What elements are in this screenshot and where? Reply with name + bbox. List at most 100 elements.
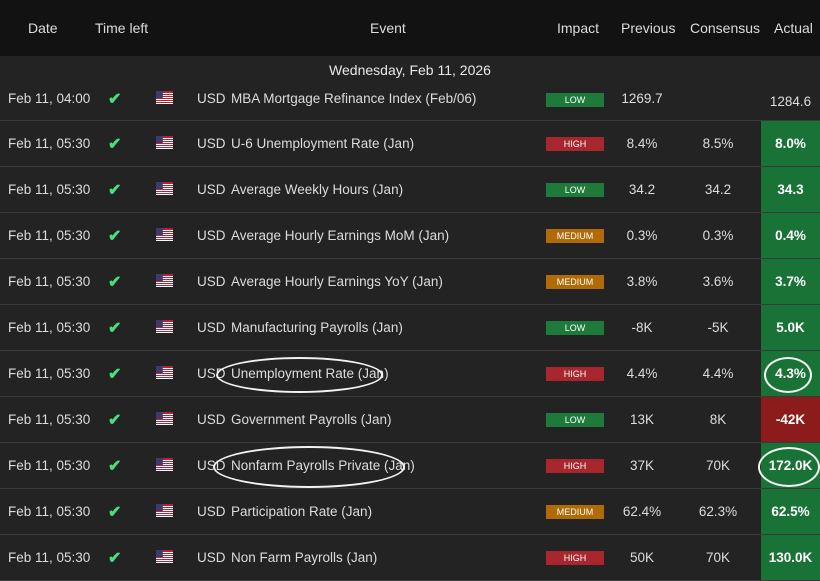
event-date: Feb 11, 05:30: [8, 458, 91, 473]
event-date: Feb 11, 05:30: [8, 320, 91, 335]
us-flag-icon: [156, 182, 173, 195]
event-date: Feb 11, 05:30: [8, 550, 91, 565]
event-name[interactable]: Average Weekly Hours (Jan): [231, 182, 403, 197]
header-time-left[interactable]: Time left: [95, 20, 148, 36]
currency-code: USD: [197, 182, 226, 197]
consensus-value: -5K: [707, 320, 729, 335]
check-icon: ✔: [108, 320, 122, 337]
us-flag-icon: [156, 320, 173, 333]
previous-value: 8.4%: [626, 136, 658, 151]
check-icon: ✔: [108, 136, 122, 153]
currency-code: USD: [197, 91, 226, 106]
us-flag-icon: [156, 412, 173, 425]
previous-value: 37K: [629, 458, 655, 473]
actual-value: 1284.6: [769, 94, 812, 109]
us-flag-icon: [156, 136, 173, 149]
header-actual[interactable]: Actual: [774, 20, 813, 36]
check-icon: ✔: [108, 228, 122, 245]
impact-badge: LOW: [546, 321, 604, 335]
event-name[interactable]: Government Payrolls (Jan): [231, 412, 392, 427]
annotation-circle-unemployment-event: [216, 357, 383, 393]
event-date: Feb 11, 04:00: [8, 91, 91, 106]
us-flag-icon: [156, 458, 173, 471]
table-row[interactable]: Feb 11, 05:30 ✔ USD Average Hourly Earni…: [0, 259, 820, 305]
header-consensus[interactable]: Consensus: [690, 20, 760, 36]
us-flag-icon: [156, 550, 173, 563]
us-flag-icon: [156, 274, 173, 287]
event-name[interactable]: Manufacturing Payrolls (Jan): [231, 320, 403, 335]
table-row[interactable]: Feb 11, 05:30 ✔ USD U-6 Unemployment Rat…: [0, 121, 820, 167]
header-event[interactable]: Event: [370, 20, 406, 36]
previous-value: 13K: [629, 412, 655, 427]
previous-value: 62.4%: [622, 504, 662, 519]
table-row[interactable]: Feb 11, 05:30 ✔ USD Non Farm Payrolls (J…: [0, 535, 820, 581]
event-date: Feb 11, 05:30: [8, 182, 91, 197]
annotation-circle-nfp-private-event: [213, 446, 405, 488]
table-row[interactable]: Feb 11, 05:30 ✔ USD Nonfarm Payrolls Pri…: [0, 443, 820, 489]
consensus-value: 62.3%: [698, 504, 738, 519]
impact-badge: HIGH: [546, 459, 604, 473]
header-date[interactable]: Date: [28, 20, 58, 36]
check-icon: ✔: [108, 91, 122, 108]
table-row[interactable]: Feb 11, 05:30 ✔ USD Average Hourly Earni…: [0, 213, 820, 259]
header-previous[interactable]: Previous: [621, 20, 675, 36]
check-icon: ✔: [108, 274, 122, 291]
consensus-value: 4.4%: [702, 366, 734, 381]
table-row[interactable]: Feb 11, 05:30 ✔ USD Unemployment Rate (J…: [0, 351, 820, 397]
previous-value: 1269.7: [621, 91, 663, 106]
previous-value: -8K: [631, 320, 653, 335]
previous-value: 34.2: [628, 182, 656, 197]
table-header: Date Time left Event Impact Previous Con…: [0, 0, 820, 56]
currency-code: USD: [197, 550, 226, 565]
annotation-circle-unemployment-actual: [764, 357, 812, 393]
currency-code: USD: [197, 274, 226, 289]
consensus-value: 8.5%: [702, 136, 734, 151]
currency-code: USD: [197, 136, 226, 151]
table-row[interactable]: Feb 11, 04:00 ✔ USD MBA Mortgage Refinan…: [0, 84, 820, 121]
us-flag-icon: [156, 504, 173, 517]
impact-badge: LOW: [546, 183, 604, 197]
check-icon: ✔: [108, 458, 122, 475]
table-row[interactable]: Feb 11, 05:30 ✔ USD Participation Rate (…: [0, 489, 820, 535]
actual-value: 8.0%: [761, 121, 820, 166]
event-name[interactable]: Non Farm Payrolls (Jan): [231, 550, 377, 565]
header-impact[interactable]: Impact: [557, 20, 599, 36]
previous-value: 4.4%: [626, 366, 658, 381]
event-name[interactable]: MBA Mortgage Refinance Index (Feb/06): [231, 91, 476, 106]
impact-badge: MEDIUM: [546, 229, 604, 243]
event-name[interactable]: Average Hourly Earnings MoM (Jan): [231, 228, 449, 243]
check-icon: ✔: [108, 412, 122, 429]
consensus-value: 0.3%: [702, 228, 734, 243]
event-name[interactable]: Participation Rate (Jan): [231, 504, 372, 519]
annotation-circle-nfp-private-actual: [758, 447, 820, 487]
event-name[interactable]: Average Hourly Earnings YoY (Jan): [231, 274, 443, 289]
currency-code: USD: [197, 320, 226, 335]
table-row[interactable]: Feb 11, 05:30 ✔ USD Government Payrolls …: [0, 397, 820, 443]
consensus-value: 34.2: [704, 182, 732, 197]
impact-badge: MEDIUM: [546, 505, 604, 519]
impact-badge: MEDIUM: [546, 275, 604, 289]
actual-value: 0.4%: [761, 213, 820, 258]
table-row[interactable]: Feb 11, 05:30 ✔ USD Average Weekly Hours…: [0, 167, 820, 213]
us-flag-icon: [156, 91, 173, 104]
us-flag-icon: [156, 366, 173, 379]
consensus-value: 70K: [705, 458, 731, 473]
previous-value: 3.8%: [626, 274, 658, 289]
actual-value: 5.0K: [761, 305, 820, 350]
actual-value: 130.0K: [761, 535, 820, 580]
currency-code: USD: [197, 412, 226, 427]
consensus-value: 8K: [709, 412, 727, 427]
actual-value: 3.7%: [761, 259, 820, 304]
impact-badge: LOW: [546, 413, 604, 427]
event-date: Feb 11, 05:30: [8, 228, 91, 243]
event-date: Feb 11, 05:30: [8, 274, 91, 289]
check-icon: ✔: [108, 550, 122, 567]
check-icon: ✔: [108, 182, 122, 199]
check-icon: ✔: [108, 366, 122, 383]
actual-value: 34.3: [761, 167, 820, 212]
impact-badge: HIGH: [546, 367, 604, 381]
table-row[interactable]: Feb 11, 05:30 ✔ USD Manufacturing Payrol…: [0, 305, 820, 351]
us-flag-icon: [156, 228, 173, 241]
event-name[interactable]: U-6 Unemployment Rate (Jan): [231, 136, 414, 151]
currency-code: USD: [197, 228, 226, 243]
